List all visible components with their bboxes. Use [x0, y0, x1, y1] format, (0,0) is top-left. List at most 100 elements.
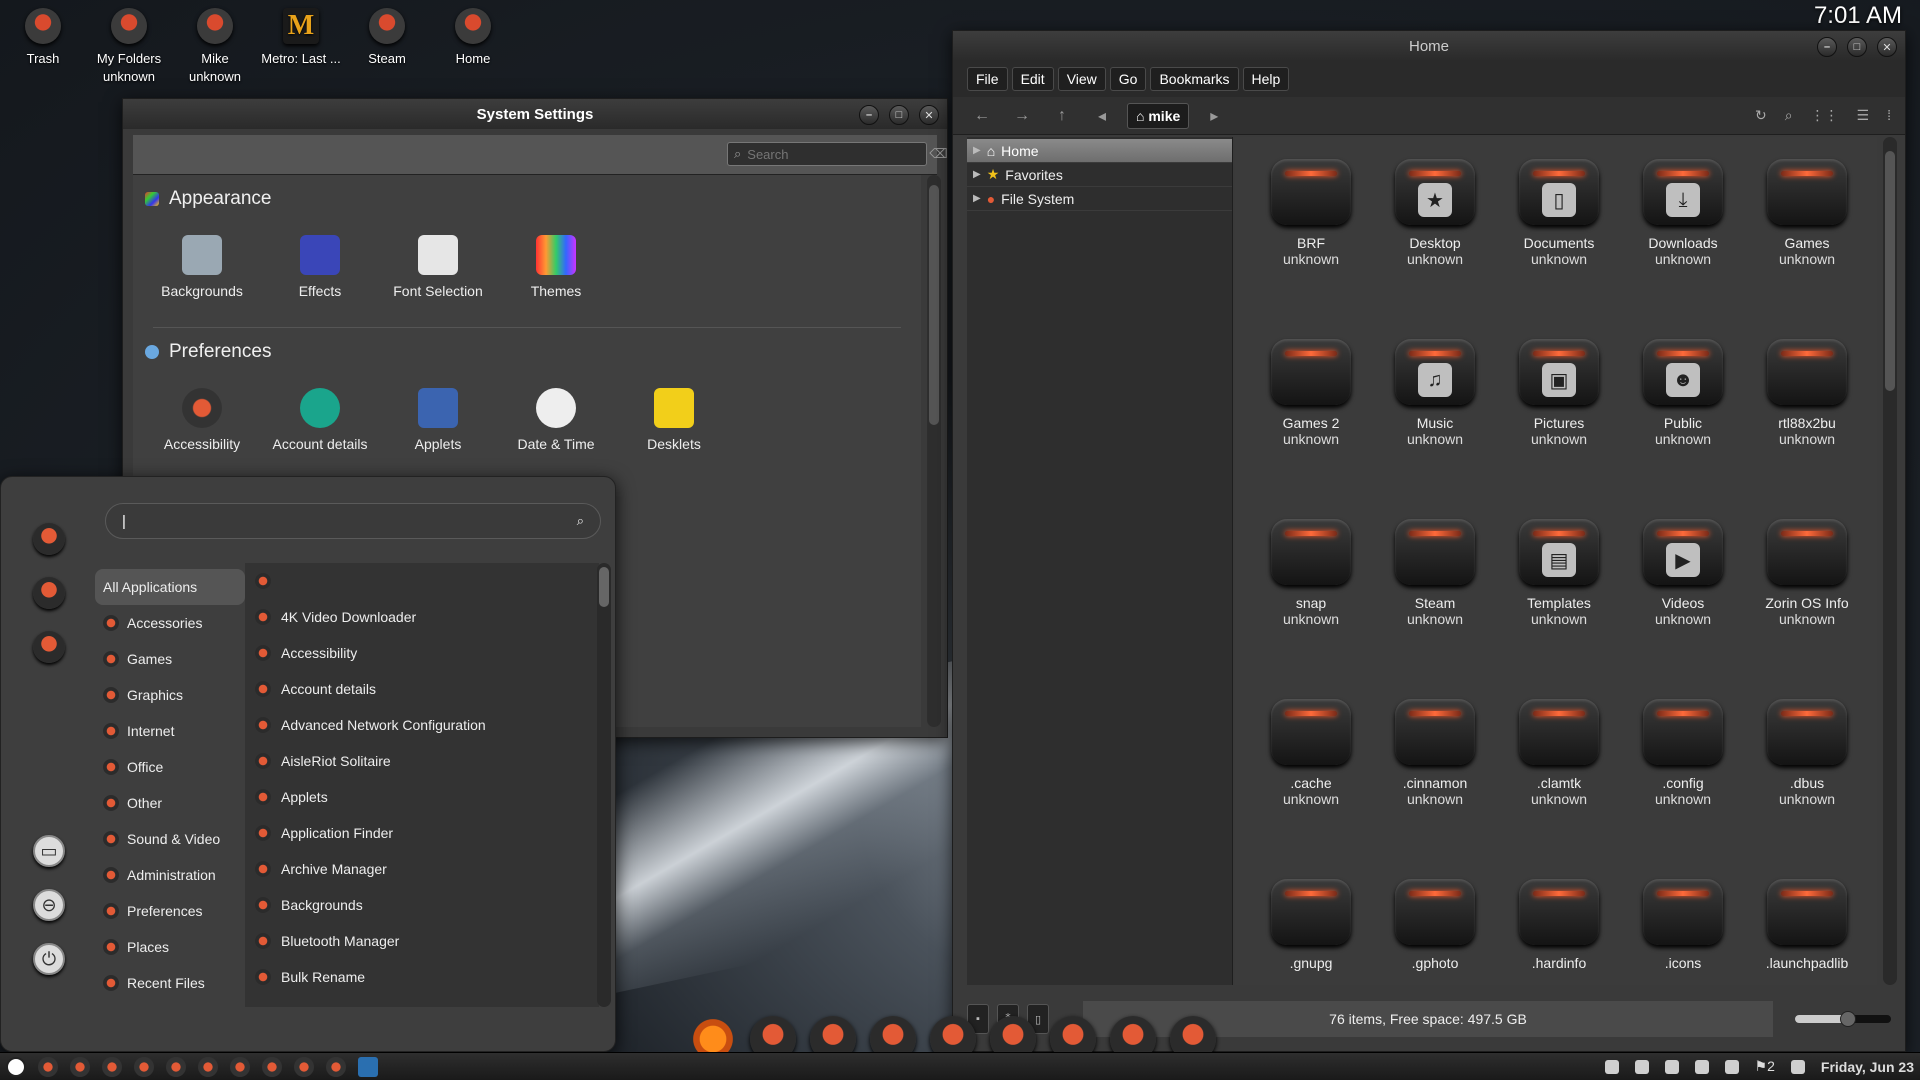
forward-icon[interactable]: →	[1007, 107, 1037, 125]
files-icon[interactable]	[70, 1056, 90, 1077]
folder-item[interactable]: Steam unknown	[1373, 519, 1497, 699]
apps-scrollbar[interactable]	[597, 563, 611, 1007]
updates-icon[interactable]	[1694, 1059, 1709, 1074]
folder-item[interactable]: ▣ Pictures unknown	[1497, 339, 1621, 519]
settings-search-box[interactable]: ⌕ ⌫	[727, 142, 948, 166]
folder-item[interactable]: .cinnamon unknown	[1373, 699, 1497, 879]
category-item[interactable]: All Applications	[95, 569, 245, 605]
folder-item[interactable]: .cache unknown	[1249, 699, 1373, 879]
app-item[interactable]	[245, 563, 599, 599]
app-item[interactable]: Advanced Network Configuration	[245, 707, 599, 743]
keyboard-icon[interactable]	[1724, 1059, 1739, 1074]
app-item[interactable]: Application Finder	[245, 815, 599, 851]
files-scrollbar[interactable]	[1883, 137, 1897, 985]
power-icon[interactable]: ⏻	[33, 943, 65, 975]
sidebar-item-file-system[interactable]: ▶ ● File System	[967, 187, 1232, 211]
breadcrumb-mike[interactable]: ⌂ mike	[1127, 102, 1190, 129]
folder-item[interactable]: ★ Desktop unknown	[1373, 159, 1497, 339]
lock-screen-icon[interactable]: ▭	[33, 835, 65, 867]
menu-edit[interactable]: Edit	[1011, 67, 1054, 91]
sidebar-item-favorites[interactable]: ▶ ★ Favorites	[967, 163, 1232, 187]
scroll-thumb[interactable]	[1885, 151, 1895, 391]
show-desktop-icon[interactable]	[38, 1056, 58, 1077]
list-view-icon[interactable]: ☰	[1857, 107, 1870, 124]
settings-scrollbar[interactable]	[927, 175, 941, 727]
category-item[interactable]: Administration	[95, 857, 245, 893]
menu-search-input[interactable]	[122, 512, 577, 530]
scroll-thumb[interactable]	[929, 185, 939, 425]
folder-item[interactable]: ▶ Videos unknown	[1621, 519, 1745, 699]
compact-view-icon[interactable]: ⁞	[1887, 107, 1891, 124]
app-item[interactable]: 4K Video Downloader	[245, 599, 599, 635]
app-item[interactable]: Bulk Rename	[245, 959, 599, 995]
settings-search-input[interactable]	[747, 146, 924, 162]
date-display[interactable]: Friday, Jun 23	[1821, 1059, 1914, 1075]
category-item[interactable]: Accessories	[95, 605, 245, 641]
category-item[interactable]: Graphics	[95, 677, 245, 713]
terminal-icon[interactable]	[33, 577, 65, 609]
app-item[interactable]: Bluetooth Manager	[245, 923, 599, 959]
crumb-right-icon[interactable]: ▸	[1199, 106, 1229, 126]
folder-item[interactable]: ⤓ Downloads unknown	[1621, 159, 1745, 339]
folder-item[interactable]: Games 2 unknown	[1249, 339, 1373, 519]
wifi-icon[interactable]	[1790, 1059, 1805, 1074]
logout-icon[interactable]: ⊖	[33, 889, 65, 921]
app-item[interactable]: Account details	[245, 671, 599, 707]
network-settings-icon[interactable]	[1634, 1059, 1649, 1074]
tile-backgrounds[interactable]: Backgrounds	[143, 221, 261, 313]
close-button[interactable]: ✕	[919, 105, 939, 125]
zoom-handle[interactable]	[1839, 1011, 1856, 1027]
menu-file[interactable]: File	[967, 67, 1008, 91]
tile-themes[interactable]: Themes	[497, 221, 615, 313]
sidebar-item-home[interactable]: ▶ ⌂ Home	[967, 139, 1232, 163]
back-icon[interactable]: ←	[967, 107, 997, 125]
folder-item[interactable]: Games unknown	[1745, 159, 1869, 339]
settings-titlebar[interactable]: System Settings – □ ✕	[123, 99, 947, 129]
folder-item[interactable]: ▤ Templates unknown	[1497, 519, 1621, 699]
tile-accessibility[interactable]: Accessibility	[143, 374, 261, 466]
desktop-icon-trash[interactable]: Trash	[0, 8, 86, 85]
folder-item[interactable]: snap unknown	[1249, 519, 1373, 699]
maximize-button[interactable]: □	[1847, 37, 1867, 57]
minimize-button[interactable]: –	[1817, 37, 1837, 57]
menu-view[interactable]: View	[1057, 67, 1106, 91]
desktop-icon-home[interactable]: Home	[430, 8, 516, 85]
clear-icon[interactable]: ⌫	[929, 146, 947, 162]
folder-item[interactable]: .clamtk unknown	[1497, 699, 1621, 879]
files-titlebar[interactable]: Home – □ ✕	[953, 31, 1905, 61]
expand-icon[interactable]: ▶	[973, 169, 981, 180]
folder-item[interactable]: ♫ Music unknown	[1373, 339, 1497, 519]
desktop-icon-mike[interactable]: Mike unknown	[172, 8, 258, 85]
scroll-thumb[interactable]	[599, 567, 609, 607]
app-item[interactable]: AisleRiot Solitaire	[245, 743, 599, 779]
category-item[interactable]: Recent Files	[95, 965, 245, 1001]
maximize-button[interactable]: □	[889, 105, 909, 125]
folder-item[interactable]: rtl88x2bu unknown	[1745, 339, 1869, 519]
vivaldi-icon[interactable]	[326, 1056, 346, 1077]
mixer-icon[interactable]	[33, 523, 65, 555]
category-item[interactable]: Internet	[95, 713, 245, 749]
category-item[interactable]: Places	[95, 929, 245, 965]
folder-item[interactable]: .config unknown	[1621, 699, 1745, 879]
menu-bookmarks[interactable]: Bookmarks	[1150, 67, 1239, 91]
desktop-icon-my-folders[interactable]: My Folders unknown	[86, 8, 172, 85]
app-item[interactable]: Backgrounds	[245, 887, 599, 923]
zoom-slider[interactable]	[1795, 1011, 1891, 1027]
files-icon[interactable]	[33, 631, 65, 663]
folder-item[interactable]: .icons	[1621, 879, 1745, 985]
app-item[interactable]: Archive Manager	[245, 851, 599, 887]
desktop-icon-metro[interactable]: M Metro: Last ...	[258, 8, 344, 85]
expand-icon[interactable]: ▶	[973, 145, 981, 156]
folder-item[interactable]: .hardinfo	[1497, 879, 1621, 985]
category-item[interactable]: Office	[95, 749, 245, 785]
tile-account-details[interactable]: Account details	[261, 374, 379, 466]
crumb-left-icon[interactable]: ◂	[1087, 106, 1117, 126]
menu-logo-icon[interactable]	[6, 1056, 26, 1077]
clapper-icon[interactable]	[134, 1056, 154, 1077]
folder-item[interactable]: ☻ Public unknown	[1621, 339, 1745, 519]
folder-item[interactable]: .gphoto	[1373, 879, 1497, 985]
gear-icon[interactable]	[1604, 1059, 1619, 1074]
anchor-icon[interactable]	[166, 1056, 186, 1077]
folder-item[interactable]: ▯ Documents unknown	[1497, 159, 1621, 339]
icon-view-icon[interactable]: ⋮⋮	[1811, 107, 1839, 124]
